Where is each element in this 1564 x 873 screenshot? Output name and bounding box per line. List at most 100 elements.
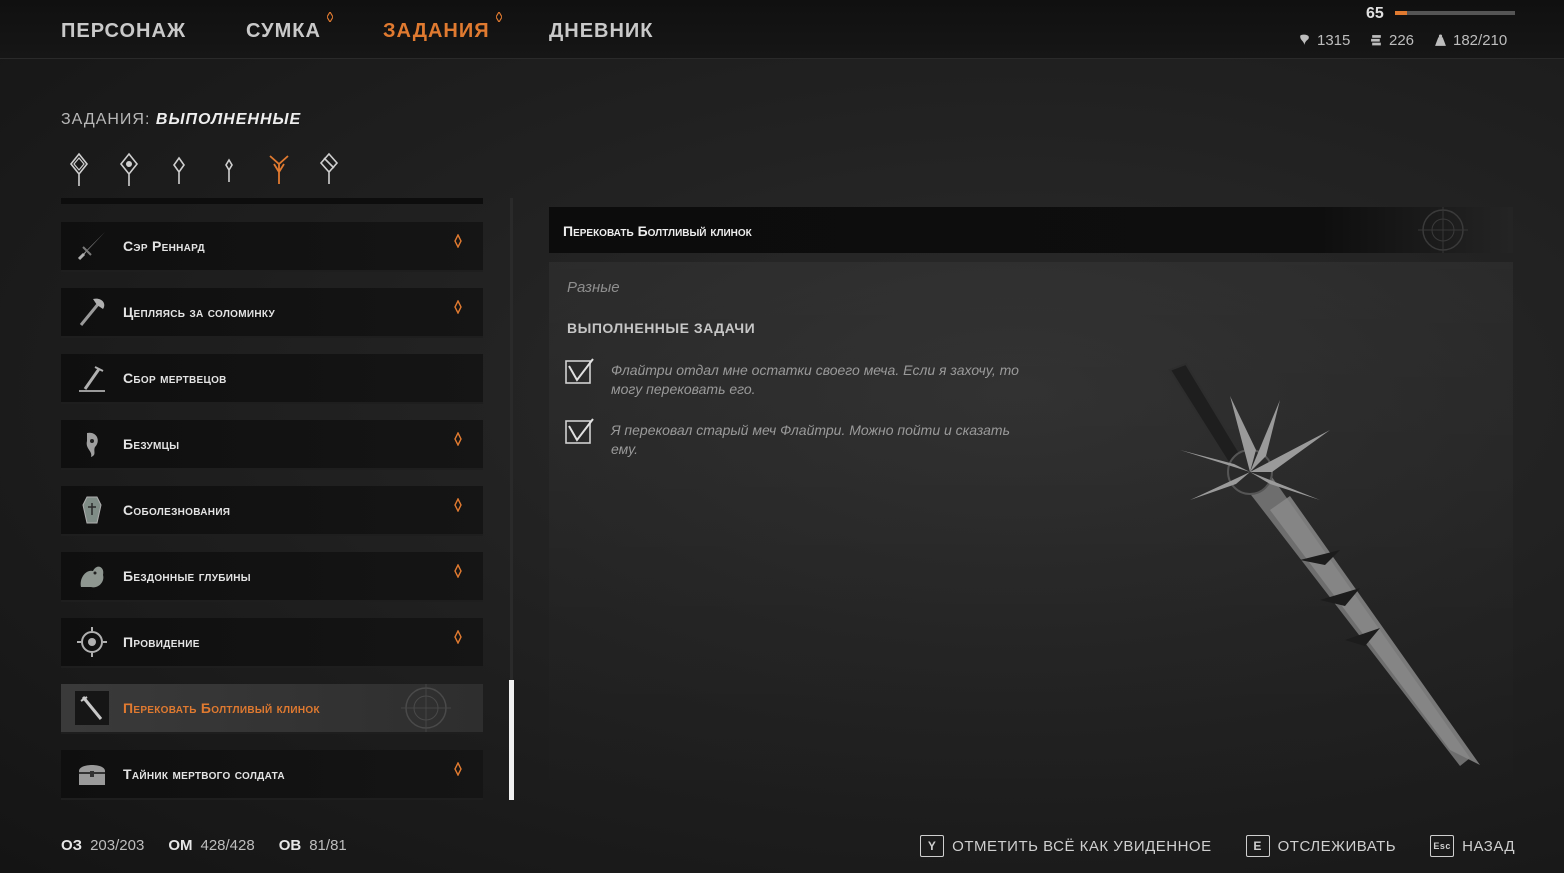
action-label: ОТМЕТИТЬ ВСЁ КАК УВИДЕННОЕ [952,837,1212,855]
stamina-stat: ОВ 81/81 [279,837,347,854]
player-level: 65 [1366,5,1384,22]
mana-stat: ОМ 428/428 [168,837,254,854]
xp-bar [1395,11,1515,15]
tab-journal[interactable]: ДНЕВНИК [549,20,654,43]
tab-label: ЗАДАНИЯ [383,20,490,42]
quest-item-bottomless-depths[interactable]: Бездонные глубины [61,552,483,602]
stamina-value: 81/81 [309,837,347,854]
tab-label: СУМКА [246,20,321,42]
carry-weight: 182/210 [1434,32,1507,49]
task-text: Флайтри отдал мне остатки своего меча. Е… [611,362,1019,397]
rune-decoration-icon [401,684,451,732]
quest-title: Бездонные глубины [123,568,251,584]
tooth-currency: 1315 [1298,32,1350,49]
broken-sword-artwork [1168,362,1480,766]
quest-filter-main-icon[interactable] [116,150,142,190]
mark-all-seen-button[interactable]: Y ОТМЕТИТЬ ВСЁ КАК УВИДЕННОЕ [920,835,1211,857]
action-hints: Y ОТМЕТИТЬ ВСЁ КАК УВИДЕННОЕ E ОТСЛЕЖИВА… [920,835,1515,857]
quest-filter-bar [66,150,342,190]
new-marker-icon [454,234,462,248]
coins-currency: 226 [1370,32,1414,49]
top-navigation-bar: ПЕРСОНАЖ СУМКА ЗАДАНИЯ ДНЕВНИК 65 1315 2… [0,0,1564,59]
new-marker-icon [454,498,462,512]
task-text: Я перековал старый меч Флайтри. Можно по… [611,422,1010,457]
blade-icon [75,691,109,725]
player-vitals: ОЗ 203/203 ОМ 428/428 ОВ 81/81 [61,837,347,854]
task-item: Флайтри отдал мне остатки своего меча. Е… [565,358,1025,402]
quest-item-providence[interactable]: Провидение [61,618,483,668]
sword-icon [77,232,105,261]
quest-item-reforge-blade[interactable]: Перековать Болтливый клинок [61,684,483,734]
health-value: 203/203 [90,837,145,854]
quest-filter-small-icon[interactable] [216,150,242,190]
tooth-count: 1315 [1317,32,1351,49]
new-marker-icon [454,630,462,644]
xp-bar-fill [1395,11,1407,15]
quests-section-title: ЗАДАНИЯ: ВЫПОЛНЕННЫЕ [61,111,301,129]
section-prefix: ЗАДАНИЯ: [61,111,151,128]
quest-filter-all-icon[interactable] [66,150,92,190]
quest-item-madmen[interactable]: Безумцы [61,420,483,470]
section-filter-name: ВЫПОЛНЕННЫЕ [155,111,302,128]
tab-label: ДНЕВНИК [549,20,654,42]
new-marker-icon [326,12,333,22]
grave-icon [79,366,105,392]
new-marker-icon [454,300,462,314]
quest-item-sir-rennard[interactable]: Сэр Реннард [61,222,483,272]
checkmark-icon [565,358,594,384]
coins-icon [1371,35,1381,46]
quest-filter-completed-icon[interactable] [266,150,292,190]
track-quest-button[interactable]: E ОТСЛЕЖИВАТЬ [1245,835,1397,857]
tab-character[interactable]: ПЕРСОНАЖ [61,20,186,43]
task-item: Я перековал старый меч Флайтри. Можно по… [565,418,1025,462]
action-label: НАЗАД [1462,837,1515,855]
quest-title: Сэр Реннард [123,238,205,254]
key-hint: Esc [1430,835,1455,857]
quest-item-gathering-dead[interactable]: Сбор мертвецов [61,354,483,404]
eye-icon [77,627,107,657]
quest-category: Разные [567,279,620,296]
axe-icon [79,298,105,326]
health-stat: ОЗ 203/203 [61,837,144,854]
key-hint: Y [920,835,945,857]
quest-title: Провидение [123,634,200,650]
quest-title: Безумцы [123,436,180,452]
quest-title: Тайник мертвого солдата [123,766,285,782]
scrollbar-thumb[interactable] [509,680,514,800]
quest-detail-title: Перековать Болтливый клинок [563,223,752,239]
new-marker-icon [454,762,462,776]
coins-count: 226 [1389,32,1415,49]
weight-icon [1435,34,1446,46]
tooth-icon [1300,34,1309,45]
quest-filter-side-icon[interactable] [166,150,192,190]
action-label: ОТСЛЕЖИВАТЬ [1277,837,1397,855]
tab-bag[interactable]: СУМКА [246,12,333,43]
new-marker-icon [495,12,502,22]
creature-icon [80,566,104,588]
quest-list: Сэр Реннард Цепляясь за соломинку Сбор м… [61,198,485,808]
quest-title: Цепляясь за соломинку [123,304,276,320]
health-label: ОЗ [61,837,83,854]
weight-value: 182/210 [1453,32,1508,49]
quest-title: Перековать Болтливый клинок [123,700,320,716]
chest-icon [79,765,105,785]
quest-filter-failed-icon[interactable] [316,150,342,190]
coffin-icon [82,496,102,524]
new-marker-icon [454,432,462,446]
quest-title: Сбор мертвецов [123,370,227,386]
tab-quests[interactable]: ЗАДАНИЯ [383,12,502,43]
key-hint: E [1245,835,1270,857]
back-button[interactable]: Esc НАЗАД [1430,835,1515,857]
new-marker-icon [454,564,462,578]
completed-tasks-heading: ВЫПОЛНЕННЫЕ ЗАДАЧИ [567,320,756,336]
stamina-label: ОВ [278,837,302,854]
rune-decoration-icon [1418,207,1468,253]
quest-title: Соболезнования [123,502,231,518]
quest-item-condolences[interactable]: Соболезнования [61,486,483,536]
quest-detail-header: Перековать Болтливый клинок [549,207,1513,253]
mana-value: 428/428 [200,837,255,854]
mask-icon [86,432,98,457]
checkmark-icon [565,418,594,444]
quest-item-dead-soldier-stash[interactable]: Тайник мертвого солдата [61,750,483,800]
quest-item-clutching-straw[interactable]: Цепляясь за соломинку [61,288,483,338]
